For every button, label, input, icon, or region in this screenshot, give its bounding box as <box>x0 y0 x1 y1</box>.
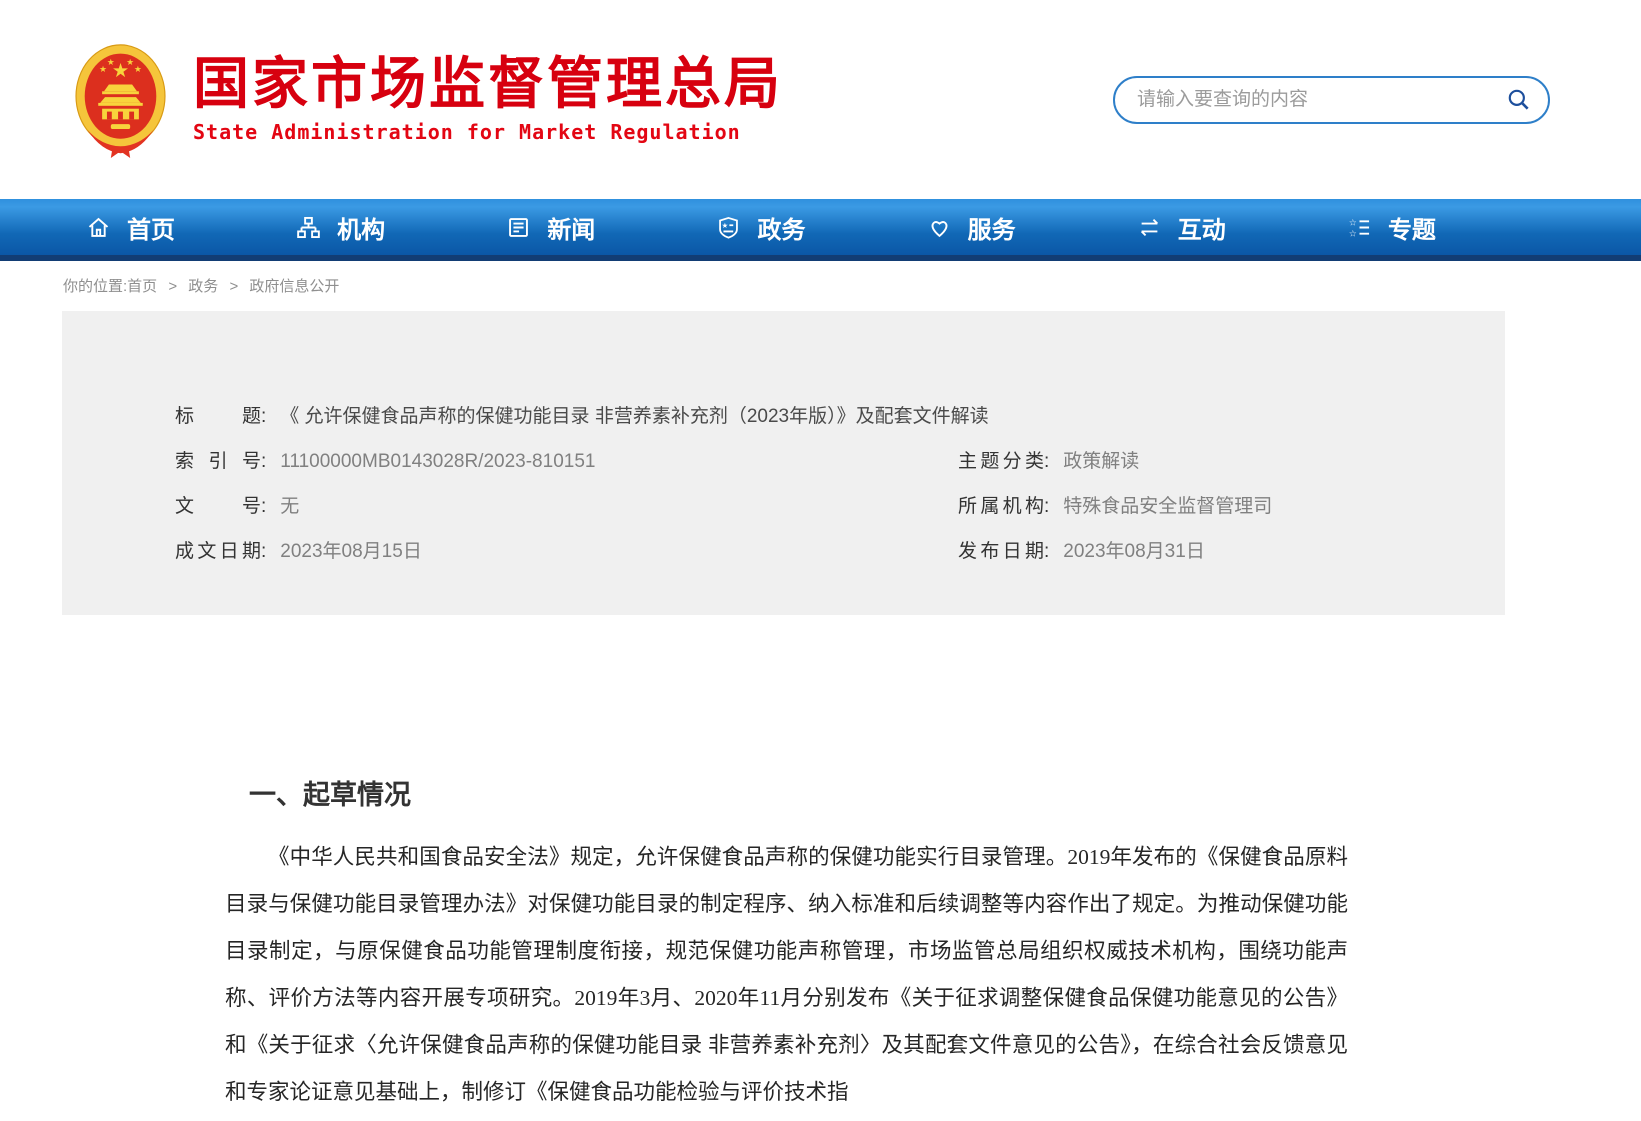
nav-item-label: 互动 <box>1178 210 1226 245</box>
meta-colon: : <box>261 406 266 427</box>
meta-row-index-number: 索 引 号:11100000MB0143028R/2023-810151 <box>175 440 958 485</box>
site-title: 国家市场监督管理总局 <box>193 55 783 114</box>
meta-grid: 索 引 号:11100000MB0143028R/2023-810151 主题分… <box>175 440 1465 575</box>
meta-colon: : <box>1044 451 1049 472</box>
nav-item-home[interactable]: 首页 <box>85 210 175 245</box>
breadcrumb-link-gov-affairs[interactable]: 政务 <box>188 278 218 295</box>
site-logo-link[interactable]: ★ ★ ★ ★ ★ 国家市场监督管理总局 State Administrati <box>72 41 783 159</box>
nav-inner: 首页 机构 新闻 ★ <box>0 199 1641 255</box>
svg-text:★: ★ <box>107 57 115 67</box>
page: ★ ★ ★ ★ ★ 国家市场监督管理总局 State Administrati <box>0 0 1641 1121</box>
svg-text:★: ★ <box>134 63 142 73</box>
nav-item-services[interactable]: 服务 <box>926 210 1016 245</box>
site-subtitle: State Administration for Market Regulati… <box>193 120 783 144</box>
meta-row-publish-date: 发布日期:2023年08月31日 <box>958 530 1465 575</box>
article-paragraph: 《中华人民共和国食品安全法》规定，允许保健食品声称的保健功能实行目录管理。201… <box>225 834 1348 1116</box>
shield-star-icon: ★ <box>715 214 742 241</box>
meta-label: 索 引 号 <box>175 440 261 484</box>
search-button[interactable] <box>1504 85 1534 115</box>
breadcrumb-prefix: 你的位置: <box>63 278 127 295</box>
meta-row-topic-category: 主题分类: 政策解读 <box>958 440 1465 485</box>
nav-item-label: 新闻 <box>547 210 595 245</box>
document-title: 《 允许保健食品声称的保健功能目录 非营养素补充剂（2023年版）》及配套文件解… <box>280 406 988 427</box>
nav-item-topics[interactable]: ☆ ☆ 专题 <box>1346 210 1436 245</box>
nav-item-interaction[interactable]: 互动 <box>1136 210 1226 245</box>
nav-item-gov-affairs[interactable]: ★ 政务 <box>715 210 805 245</box>
breadcrumb-link-home[interactable]: 首页 <box>127 278 157 295</box>
meta-row-issuing-agency: 所属机构: 特殊食品安全监督管理司 <box>958 485 1465 530</box>
meta-row-written-date: 成文日期:2023年08月15日 <box>175 530 958 575</box>
nav-item-organizations[interactable]: 机构 <box>295 210 385 245</box>
publish-date-value: 2023年08月31日 <box>1063 541 1205 562</box>
written-date-value: 2023年08月15日 <box>280 541 422 562</box>
meta-label: 成文日期 <box>175 530 261 574</box>
svg-text:★: ★ <box>722 221 729 230</box>
meta-colon: : <box>261 451 266 472</box>
document-meta-box: 标 题: 《 允许保健食品声称的保健功能目录 非营养素补充剂（2023年版）》及配… <box>62 311 1505 615</box>
topic-category-value: 政策解读 <box>1063 451 1139 472</box>
swap-arrows-icon <box>1136 214 1163 241</box>
nav-item-label: 政务 <box>757 210 805 245</box>
star-list-icon: ☆ ☆ <box>1346 214 1373 241</box>
heart-icon <box>926 214 953 241</box>
section-heading: 一、起草情况 <box>249 773 1348 812</box>
nav-item-label: 机构 <box>337 210 385 245</box>
article-body: 一、起草情况 《中华人民共和国食品安全法》规定，允许保健食品声称的保健功能实行目… <box>62 615 1505 1116</box>
nav-item-news[interactable]: 新闻 <box>505 210 595 245</box>
breadcrumb-separator: > <box>229 278 238 295</box>
svg-text:☆: ☆ <box>1349 217 1357 227</box>
meta-label: 发布日期 <box>958 530 1044 574</box>
brand-text: 国家市场监督管理总局 State Administration for Mark… <box>193 55 783 145</box>
meta-colon: : <box>1044 541 1049 562</box>
nav-item-label: 专题 <box>1388 210 1436 245</box>
home-icon <box>85 214 112 241</box>
meta-label: 文 号 <box>175 485 261 529</box>
meta-colon: : <box>261 496 266 517</box>
newspaper-icon <box>505 214 532 241</box>
main-nav: 首页 机构 新闻 ★ <box>0 199 1641 261</box>
search-box <box>1113 76 1550 124</box>
national-emblem-icon: ★ ★ ★ ★ ★ <box>72 41 169 159</box>
breadcrumb-link-info-disclosure[interactable]: 政府信息公开 <box>249 278 339 295</box>
index-number-value: 11100000MB0143028R/2023-810151 <box>280 451 595 472</box>
meta-row-document-number: 文 号: 无 <box>175 485 958 530</box>
nav-item-label: 首页 <box>127 210 175 245</box>
meta-colon: : <box>1044 496 1049 517</box>
meta-row-title: 标 题: 《 允许保健食品声称的保健功能目录 非营养素补充剂（2023年版）》及配… <box>175 395 1465 440</box>
meta-label: 标 题 <box>175 395 261 439</box>
site-header: ★ ★ ★ ★ ★ 国家市场监督管理总局 State Administrati <box>0 0 1641 199</box>
svg-text:☆: ☆ <box>1349 228 1357 238</box>
search-icon <box>1506 87 1532 113</box>
document-number-value: 无 <box>280 496 299 517</box>
meta-label: 主题分类 <box>958 440 1044 484</box>
nav-item-label: 服务 <box>968 210 1016 245</box>
search-input[interactable] <box>1135 88 1504 112</box>
meta-label: 所属机构 <box>958 485 1044 529</box>
breadcrumb-separator: > <box>168 278 177 295</box>
issuing-agency-value: 特殊食品安全监督管理司 <box>1063 496 1272 517</box>
org-chart-icon <box>295 214 322 241</box>
breadcrumb: 你的位置:首页 > 政务 > 政府信息公开 <box>63 275 1641 296</box>
meta-colon: : <box>261 541 266 562</box>
